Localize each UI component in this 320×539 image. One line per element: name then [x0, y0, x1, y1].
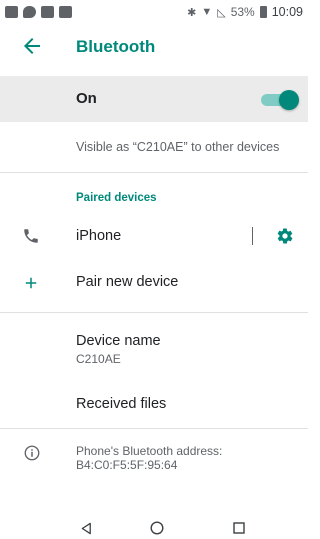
received-files-label: Received files: [76, 396, 167, 412]
gear-icon[interactable]: [276, 227, 294, 245]
paired-devices-header: Paired devices: [76, 192, 157, 204]
notification-icons: [5, 5, 72, 19]
battery-icon: [259, 6, 267, 18]
toggle-label: On: [76, 90, 97, 107]
status-bar: ✱ ▼ ◺ 53% 10:09: [0, 0, 308, 24]
image-icon: [5, 6, 18, 18]
divider: [0, 172, 308, 173]
pair-new-device-row[interactable]: Pair new device: [0, 266, 308, 300]
bluetooth-icon: ✱: [187, 6, 197, 19]
switch-thumb: [279, 90, 299, 110]
bluetooth-toggle-row[interactable]: On: [0, 76, 308, 122]
calendar-icon: [41, 6, 54, 18]
pair-new-device-label: Pair new device: [76, 274, 179, 290]
wifi-icon: ▼: [201, 6, 213, 18]
signal-icon: ◺: [217, 6, 226, 19]
chat-icon: [23, 6, 36, 18]
visibility-text: Visible as “C210AE” to other devices: [76, 140, 280, 154]
paired-device-row[interactable]: iPhone: [0, 218, 308, 254]
divider: [0, 428, 308, 429]
app-bar: Bluetooth: [0, 24, 308, 74]
battery-percent: 53%: [230, 5, 255, 19]
vertical-divider: [252, 227, 253, 245]
clock: 10:09: [271, 5, 303, 19]
sim-icon: [59, 6, 72, 18]
plus-icon: [25, 277, 37, 289]
bluetooth-address-value: B4:C0:F5:5F:95:64: [76, 458, 178, 472]
recents-square-icon[interactable]: [233, 522, 245, 534]
navigation-bar: [0, 515, 308, 539]
device-name-title: Device name: [76, 333, 161, 349]
bluetooth-switch[interactable]: [261, 90, 299, 110]
system-icons: ✱ ▼ ◺ 53% 10:09: [187, 4, 303, 20]
phone-icon: [24, 229, 38, 243]
arrow-back-icon[interactable]: [20, 34, 44, 58]
device-name-label: iPhone: [76, 228, 122, 244]
device-name-value: C210AE: [76, 352, 121, 366]
page-title: Bluetooth: [76, 37, 156, 56]
home-circle-icon[interactable]: [150, 521, 164, 535]
back-triangle-icon[interactable]: [80, 522, 93, 535]
divider: [0, 312, 308, 313]
info-icon: [24, 445, 40, 461]
bluetooth-address-label: Phone's Bluetooth address:: [76, 444, 223, 458]
